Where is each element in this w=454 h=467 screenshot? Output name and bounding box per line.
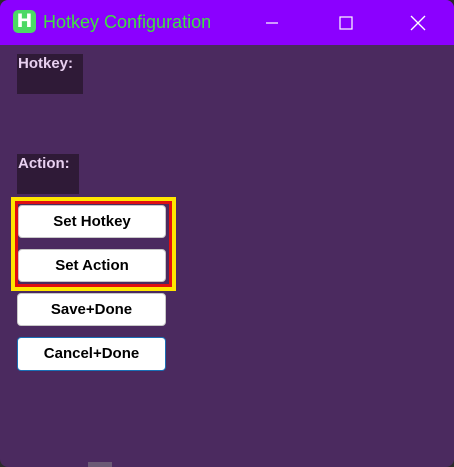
close-button[interactable] (383, 0, 453, 45)
title-bar[interactable]: H Hotkey Configuration (0, 0, 454, 45)
app-icon: H (13, 10, 36, 33)
maximize-button[interactable] (311, 0, 381, 45)
window-title: Hotkey Configuration (43, 12, 212, 32)
save-done-button[interactable]: Save+Done (17, 293, 166, 326)
action-label: Action: (17, 154, 79, 194)
set-hotkey-button[interactable]: Set Hotkey (18, 205, 166, 238)
resize-grip (88, 462, 112, 467)
minimize-button[interactable] (237, 0, 307, 45)
cancel-done-button[interactable]: Cancel+Done (17, 337, 166, 371)
maximize-icon (339, 15, 353, 30)
minimize-icon (265, 16, 279, 30)
set-action-button[interactable]: Set Action (18, 249, 166, 282)
close-icon (410, 15, 426, 31)
hotkey-configuration-window: H Hotkey Configuration Hotkey: Action: S… (0, 0, 454, 467)
hotkey-label: Hotkey: (17, 54, 83, 94)
